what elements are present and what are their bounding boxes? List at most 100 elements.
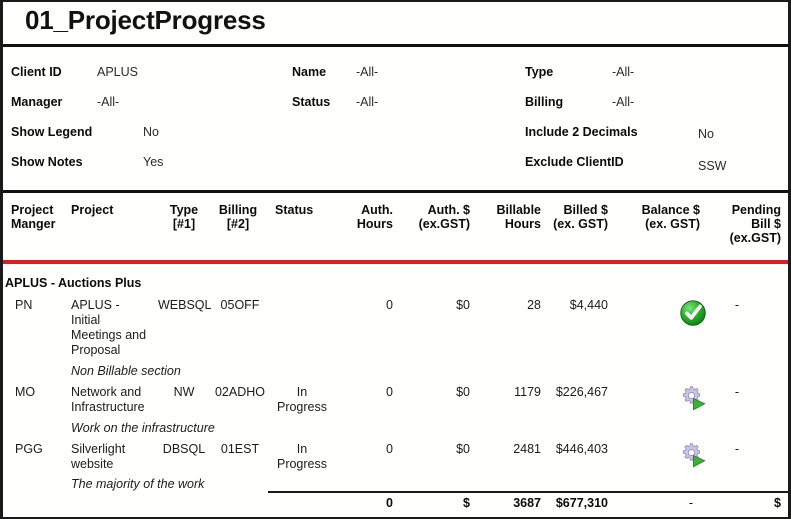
colhead-line2: [#1] <box>172 217 196 231</box>
colhead-line1: Balance $ <box>641 203 700 217</box>
column-header-auth-hours: Auth. Hours <box>341 203 393 231</box>
column-header-status: Status <box>275 203 329 217</box>
table-row: $226,467 <box>555 385 608 399</box>
param-label-name: Name <box>292 65 327 79</box>
param-label-show-notes: Show Notes <box>11 155 83 169</box>
table-row: PN <box>15 298 33 312</box>
param-value-show-notes[interactable]: Yes <box>143 155 163 169</box>
table-column-headers: Project Manger Project Type [#1] Billing… <box>3 193 788 264</box>
table-row: Network and Infrastructure <box>71 385 145 414</box>
table-row: $0 <box>456 298 470 312</box>
column-header-billing: Billing [#2] <box>211 203 265 231</box>
table-row: In Progress <box>276 385 328 414</box>
colhead-line2: Manger <box>11 217 56 231</box>
param-value-include-2-decimals[interactable]: No <box>698 127 714 141</box>
table-row: - <box>734 298 739 312</box>
colhead-line1: Auth. $ <box>427 203 470 217</box>
table-row: - <box>734 442 739 456</box>
param-label-include-2-decimals: Include 2 Decimals <box>525 125 638 139</box>
column-header-type: Type [#1] <box>158 203 210 231</box>
param-label-billing: Billing <box>525 95 564 109</box>
report-title-bar: 01_ProjectProgress <box>3 2 788 47</box>
colhead-line2: [#2] <box>226 217 250 231</box>
column-header-auth-dollars: Auth. $ (ex.GST) <box>407 203 470 231</box>
param-value-exclude-clientid[interactable]: SSW <box>698 159 726 173</box>
colhead-line2: (ex. GST) <box>553 217 608 231</box>
group-header-row: APLUS - Auctions Plus <box>5 276 142 290</box>
table-row: $0 <box>456 385 470 399</box>
table-row: DBSQL <box>162 442 206 456</box>
colhead-line1: Pending <box>731 203 781 217</box>
table-row: $446,403 <box>555 442 608 456</box>
table-row: PGG <box>15 442 43 456</box>
param-label-client-id: Client ID <box>11 65 62 79</box>
table-row: 05OFF <box>220 298 260 312</box>
colhead-line2: (ex. GST) <box>645 217 700 231</box>
table-row: APLUS - Initial Meetings and Proposal <box>71 298 147 357</box>
colhead-line2: Bill $ <box>751 217 781 231</box>
total-billed-dollars: $677,310 <box>555 496 608 510</box>
param-label-exclude-clientid: Exclude ClientID <box>525 155 624 169</box>
gear-play-icon <box>679 384 707 412</box>
table-row: MO <box>15 385 36 399</box>
param-value-name[interactable]: -All- <box>356 65 378 79</box>
colhead-line1: Billing <box>218 203 258 217</box>
column-header-pending-bill: Pending Bill $ (ex.GST) <box>703 203 781 245</box>
row-note: Non Billable section <box>71 364 181 378</box>
total-balance: - <box>688 496 693 510</box>
param-label-type: Type <box>525 65 554 79</box>
param-value-type[interactable]: -All- <box>612 65 634 79</box>
param-value-client-id[interactable]: APLUS <box>97 65 138 79</box>
column-header-balance-dollars: Balance $ (ex. GST) <box>618 203 700 231</box>
header-red-divider <box>3 260 788 264</box>
colhead-line1: Billed $ <box>563 203 608 217</box>
total-pending-bill: $ <box>774 496 781 510</box>
colhead-line2: (ex.GST) <box>418 217 470 231</box>
table-row: 0 <box>386 385 393 399</box>
report-canvas: 01_ProjectProgress Client ID APLUS Manag… <box>0 0 791 519</box>
table-row: - <box>734 385 739 399</box>
table-row: In Progress <box>276 442 328 471</box>
param-value-show-legend[interactable]: No <box>143 125 159 139</box>
param-value-billing[interactable]: -All- <box>612 95 634 109</box>
green-check-icon <box>679 299 707 327</box>
param-label-manager: Manager <box>11 95 63 109</box>
colhead-line1: Status <box>275 203 314 217</box>
colhead-line1: Project <box>71 203 114 217</box>
param-value-status[interactable]: -All- <box>356 95 378 109</box>
param-label-status: Status <box>292 95 331 109</box>
table-row: $0 <box>456 442 470 456</box>
table-row: WEBSQL <box>158 298 212 312</box>
table-row: 01EST <box>220 442 260 456</box>
row-note: Work on the infrastructure <box>71 421 215 435</box>
table-row: $4,440 <box>569 298 608 312</box>
total-auth-hours: 0 <box>386 496 393 510</box>
table-row: 02ADHO <box>214 385 266 399</box>
colhead-line1: Type <box>169 203 199 217</box>
colhead-line1: Billable <box>496 203 541 217</box>
column-header-billable-hours: Billable Hours <box>479 203 541 231</box>
colhead-line2: Hours <box>504 217 541 231</box>
colhead-line3: (ex.GST) <box>729 231 781 245</box>
parameter-panel: Client ID APLUS Manager -All- Show Legen… <box>3 47 788 193</box>
table-row: NW <box>173 385 195 399</box>
column-header-project-manager: Project Manger <box>11 203 73 231</box>
gear-play-icon <box>679 441 707 469</box>
colhead-line1: Project <box>11 203 54 217</box>
param-value-manager[interactable]: -All- <box>97 95 119 109</box>
colhead-line2: Hours <box>356 217 393 231</box>
total-auth-dollars: $ <box>463 496 470 510</box>
table-row: 0 <box>386 442 393 456</box>
page-title: 01_ProjectProgress <box>25 5 266 35</box>
totals-divider <box>268 491 788 493</box>
table-row: Silverlight website <box>71 442 126 471</box>
total-billable-hours: 3687 <box>513 496 541 510</box>
column-header-project: Project <box>71 203 141 217</box>
colhead-line1: Auth. <box>361 203 393 217</box>
table-row: 0 <box>386 298 393 312</box>
table-row: 1179 <box>514 385 541 399</box>
row-note: The majority of the work <box>71 477 205 491</box>
param-label-show-legend: Show Legend <box>11 125 93 139</box>
table-row: 28 <box>527 298 541 312</box>
column-header-billed-dollars: Billed $ (ex. GST) <box>546 203 608 231</box>
